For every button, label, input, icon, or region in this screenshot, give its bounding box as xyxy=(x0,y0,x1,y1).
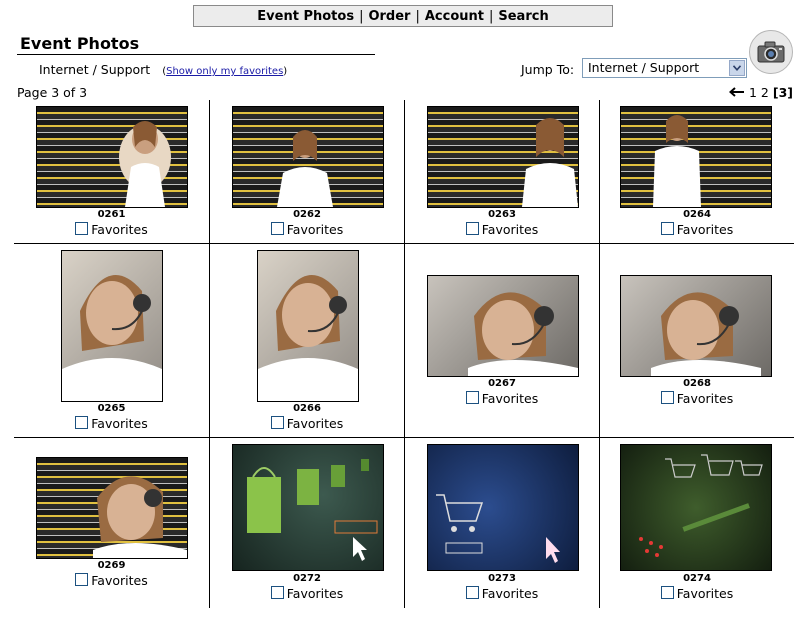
photo-thumbnail[interactable] xyxy=(36,106,188,208)
favorites-label: Favorites xyxy=(676,391,734,406)
photo-thumbnail[interactable] xyxy=(36,457,188,559)
photo-number: 0262 xyxy=(293,209,321,220)
page-link-1[interactable]: 1 xyxy=(749,85,757,100)
favorites-option: Favorites xyxy=(14,416,209,431)
favorites-option: Favorites xyxy=(14,573,209,588)
photo-number: 0261 xyxy=(97,209,126,220)
top-nav: Event Photos | Order | Account | Search xyxy=(193,5,613,27)
favorites-label: Favorites xyxy=(481,391,539,406)
favorites-checkbox[interactable] xyxy=(75,573,89,586)
photo-number: 0265 xyxy=(97,403,126,414)
photo-number: 0268 xyxy=(683,378,711,389)
page-link-2[interactable]: 2 xyxy=(761,85,769,100)
jump-to-select[interactable]: Internet / Support xyxy=(582,58,747,78)
favorites-option: Favorites xyxy=(14,222,209,237)
favorites-checkbox[interactable] xyxy=(660,222,674,235)
favorites-checkbox[interactable] xyxy=(465,586,479,599)
favorites-option: Favorites xyxy=(210,586,404,601)
favorites-label: Favorites xyxy=(91,573,148,588)
photo-grid: 0261 Favorites 0262 Favorites 0263 Favor… xyxy=(14,100,794,608)
photo-number: 0273 xyxy=(488,573,516,584)
favorites-option: Favorites xyxy=(405,391,599,406)
favorites-checkbox[interactable] xyxy=(270,416,284,429)
favorites-checkbox[interactable] xyxy=(75,222,89,235)
photo-number: 0269 xyxy=(97,560,126,571)
favorites-checkbox[interactable] xyxy=(270,586,284,599)
jump-to-value: Internet / Support xyxy=(588,60,700,75)
nav-account[interactable]: Account xyxy=(420,9,489,24)
pagination: 1 2 [3] xyxy=(728,85,793,100)
photo-cell: 0263 Favorites xyxy=(404,100,599,244)
favorites-option: Favorites xyxy=(600,391,794,406)
photo-cell: 0268 Favorites xyxy=(599,244,794,438)
page-current: [3] xyxy=(772,85,793,100)
favorites-option: Favorites xyxy=(210,222,404,237)
favorites-label: Favorites xyxy=(676,222,734,237)
favorites-label: Favorites xyxy=(286,586,344,601)
photo-cell: 0272 Favorites xyxy=(209,438,404,608)
photo-cell: 0264 Favorites xyxy=(599,100,794,244)
photo-thumbnail[interactable] xyxy=(232,106,384,208)
favorites-option: Favorites xyxy=(600,586,794,601)
favorites-label: Favorites xyxy=(286,416,344,431)
favorites-checkbox[interactable] xyxy=(270,222,284,235)
photo-thumbnail[interactable] xyxy=(61,250,163,402)
favorites-label: Favorites xyxy=(91,222,148,237)
favorites-option: Favorites xyxy=(210,416,404,431)
favorites-checkbox[interactable] xyxy=(465,222,479,235)
photo-number: 0266 xyxy=(293,403,321,414)
photo-cell: 0262 Favorites xyxy=(209,100,404,244)
photo-thumbnail[interactable] xyxy=(427,275,579,377)
favorites-label: Favorites xyxy=(91,416,148,431)
back-arrow-icon[interactable] xyxy=(728,85,745,100)
jump-to-label: Jump To: xyxy=(521,62,575,77)
photo-number: 0263 xyxy=(488,209,516,220)
favorites-option: Favorites xyxy=(600,222,794,237)
photo-thumbnail[interactable] xyxy=(620,106,772,208)
chevron-down-icon[interactable] xyxy=(729,60,745,76)
photo-thumbnail[interactable] xyxy=(232,444,384,571)
category-breadcrumb: Internet / Support (Show only my favorit… xyxy=(39,62,287,77)
photo-thumbnail[interactable] xyxy=(620,275,772,377)
favorites-label: Favorites xyxy=(481,586,539,601)
photo-cell: 0261 Favorites xyxy=(14,100,209,244)
favorites-label: Favorites xyxy=(676,586,734,601)
favorites-filter: (Show only my favorites) xyxy=(162,66,287,77)
title-divider xyxy=(17,54,375,55)
favorites-label: Favorites xyxy=(286,222,344,237)
photo-number: 0267 xyxy=(488,378,516,389)
photo-number: 0272 xyxy=(293,573,321,584)
category-name: Internet / Support xyxy=(39,62,151,77)
photo-cell: 0273 Favorites xyxy=(404,438,599,608)
photo-cell: 0274 Favorites xyxy=(599,438,794,608)
favorites-option: Favorites xyxy=(405,586,599,601)
favorites-option: Favorites xyxy=(405,222,599,237)
camera-icon[interactable] xyxy=(749,30,793,74)
photo-cell: 0265 Favorites xyxy=(14,244,209,438)
photo-cell: 0267 Favorites xyxy=(404,244,599,438)
photo-row: 0269 Favorites 0272 Favorites 0273 Favor… xyxy=(14,438,794,608)
nav-event-photos[interactable]: Event Photos xyxy=(252,9,359,24)
page-indicator: Page 3 of 3 xyxy=(17,85,88,100)
photo-number: 0274 xyxy=(683,573,711,584)
photo-thumbnail[interactable] xyxy=(620,444,772,571)
photo-row: 0265 Favorites 0266 Favorites 0267 Favor… xyxy=(14,244,794,438)
show-favorites-link[interactable]: Show only my favorites xyxy=(166,66,283,77)
photo-row: 0261 Favorites 0262 Favorites 0263 Favor… xyxy=(14,100,794,244)
photo-thumbnail[interactable] xyxy=(427,444,579,571)
nav-order[interactable]: Order xyxy=(363,9,415,24)
favorites-checkbox[interactable] xyxy=(75,416,89,429)
photo-cell: 0266 Favorites xyxy=(209,244,404,438)
photo-cell: 0269 Favorites xyxy=(14,438,209,608)
photo-thumbnail[interactable] xyxy=(257,250,359,402)
favorites-checkbox[interactable] xyxy=(465,391,479,404)
favorites-label: Favorites xyxy=(481,222,539,237)
favorites-checkbox[interactable] xyxy=(660,586,674,599)
photo-thumbnail[interactable] xyxy=(427,106,579,208)
paren-close: ) xyxy=(283,66,288,77)
nav-search[interactable]: Search xyxy=(493,9,553,24)
page-title: Event Photos xyxy=(20,34,140,53)
favorites-checkbox[interactable] xyxy=(660,391,674,404)
photo-number: 0264 xyxy=(683,209,711,220)
